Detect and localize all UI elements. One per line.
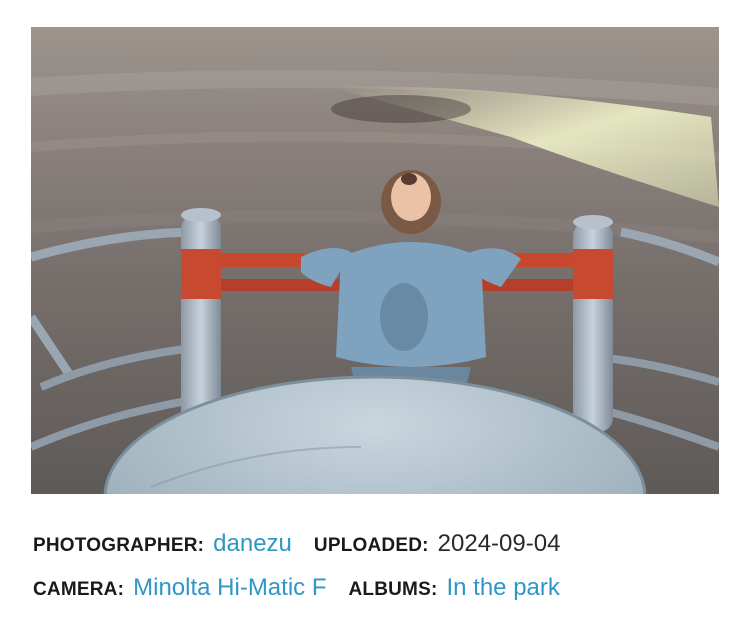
photographer-label: PHOTOGRAPHER:	[33, 535, 205, 556]
photographer-link[interactable]: danezu	[213, 530, 292, 558]
photo-metadata: PHOTOGRAPHER: danezu UPLOADED: 2024-09-0…	[33, 530, 733, 618]
photo-page: PHOTOGRAPHER: danezu UPLOADED: 2024-09-0…	[0, 0, 750, 627]
album-link[interactable]: In the park	[446, 574, 559, 602]
photo-image	[31, 27, 719, 494]
uploaded-date: 2024-09-04	[437, 530, 561, 557]
camera-label: CAMERA:	[33, 579, 125, 600]
metadata-row-1: PHOTOGRAPHER: danezu UPLOADED: 2024-09-0…	[33, 530, 733, 574]
main-photo[interactable]	[31, 27, 719, 494]
camera-link[interactable]: Minolta Hi-Matic F	[133, 574, 326, 602]
metadata-row-2: CAMERA: Minolta Hi-Matic F ALBUMS: In th…	[33, 574, 733, 618]
uploaded-label: UPLOADED:	[313, 535, 429, 556]
albums-label: ALBUMS:	[348, 579, 438, 600]
